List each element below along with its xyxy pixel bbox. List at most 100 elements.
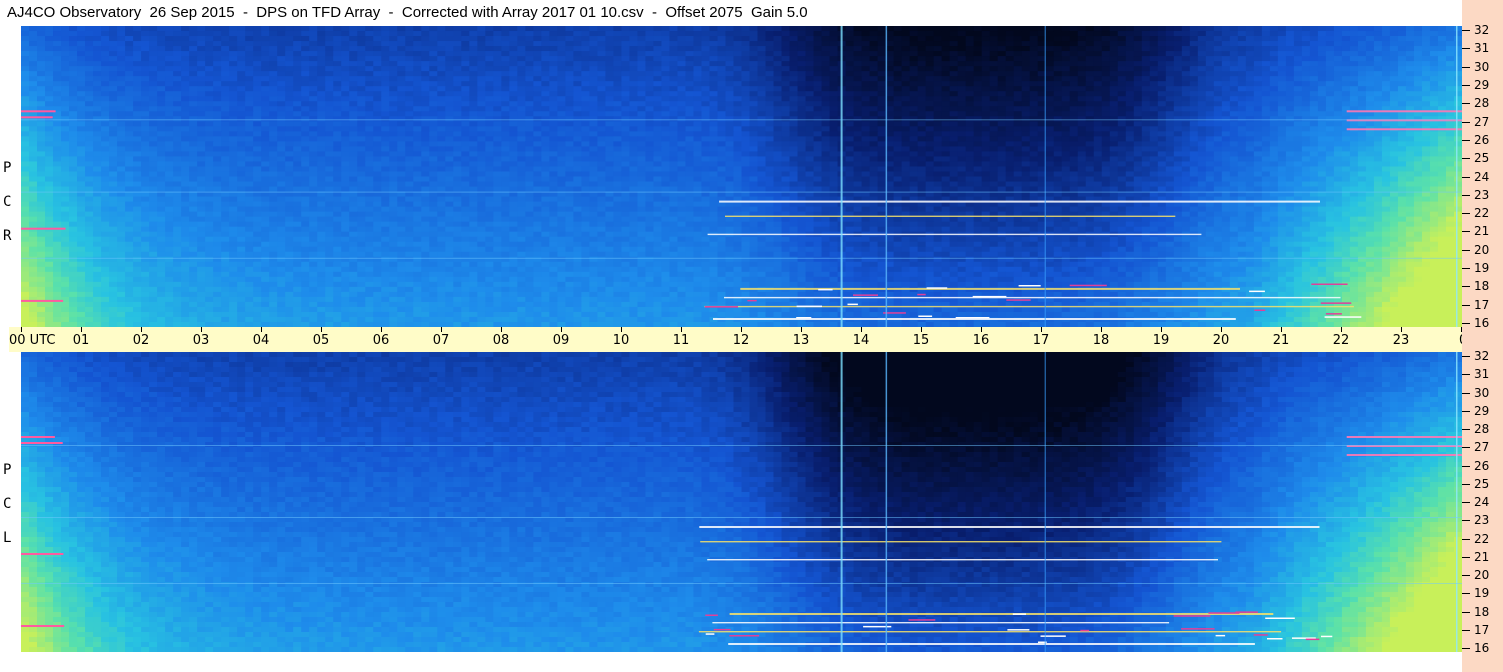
spectrogram-cell [1389,146,1399,153]
spectrogram-cell [733,41,743,47]
spectrogram-cell [781,31,791,37]
spectrogram-cell [1061,81,1071,87]
spectrogram-cell [925,26,935,32]
spectrogram-cell [1173,106,1183,112]
spectrogram-cell [1341,151,1351,158]
spectrogram-cell [1205,101,1215,107]
spectrogram-cell [645,141,655,147]
spectrogram-cell [237,111,246,117]
spectrogram-cell [1069,71,1079,77]
spectrogram-cell [605,101,615,107]
spectrogram-cell [325,61,334,67]
spectrogram-cell [517,46,526,52]
spectrogram-cell [797,51,807,57]
spectrogram-cell [629,41,639,47]
spectrogram-cell [1157,156,1167,163]
spectrogram-cell [1021,41,1031,47]
spectrogram-cell [1437,91,1447,97]
spectrogram-cell [485,121,494,127]
spectrogram-cell [685,36,695,42]
spectrogram-cell [765,31,775,37]
spectrogram-cell [1021,96,1031,102]
spectrogram-cell [253,86,262,92]
spectrogram-cell [517,81,526,87]
spectrogram-cell [965,141,975,147]
spectrogram-cell [573,91,582,97]
spectrogram-cell [1053,131,1063,137]
spectrogram-cell [997,161,1007,168]
spectrogram-cell [1045,91,1055,97]
spectrogram-cell [141,121,150,127]
spectrogram-cell [1021,146,1031,153]
spectrogram-cell [461,81,470,87]
spectrogram-cell [1405,136,1415,142]
spectrogram-cell [861,146,871,153]
spectrogram-cell [29,66,38,72]
spectrogram-cell [509,61,518,67]
spectrogram-cell [245,31,254,37]
spectrogram-cell [469,116,478,122]
spectrogram-cell [45,26,54,32]
spectrogram-cell [213,76,222,82]
spectrogram-cell [1381,146,1391,153]
spectrogram-cell [149,156,158,163]
spectrogram-cell [397,51,406,57]
spectrogram-cell [813,136,823,142]
spectrogram-cell [53,156,62,163]
spectrogram-cell [1045,81,1055,87]
spectrogram-cell [973,101,983,107]
spectrogram-cell [317,26,326,32]
spectrogram-cell [429,56,438,62]
spectrogram-cell [861,86,871,92]
spectrogram-cell [1029,86,1039,92]
spectrogram-cell [549,131,558,137]
spectrogram-cell [1109,96,1119,102]
spectrogram-cell [269,146,278,153]
spectrogram-cell [453,36,462,42]
spectrogram-cell [1005,61,1015,67]
spectrogram-cell [1053,31,1063,37]
spectrogram-cell [861,141,871,147]
spectrogram-cell [1269,26,1279,32]
spectrogram-cell [1445,41,1455,47]
spectrogram-cell [949,161,959,168]
spectrogram-cell [629,51,639,57]
spectrogram-cell [1373,41,1383,47]
spectrogram-cell [213,161,222,168]
spectrogram-cell [725,46,735,52]
spectrogram-cell [589,101,598,107]
spectrogram-cell [893,56,903,62]
spectrogram-cell [261,86,270,92]
spectrogram-cell [757,101,767,107]
spectrogram-cell [21,71,30,77]
spectrogram-cell [765,96,775,102]
spectrogram-cell [1261,66,1271,72]
spectrogram-cell [333,131,342,137]
spectrogram-cell [461,156,470,163]
spectrogram-cell [725,156,735,163]
spectrogram-cell [965,106,975,112]
spectrogram-cell [997,156,1007,163]
spectrogram-cell [341,126,350,132]
spectrogram-cell [237,161,246,168]
spectrogram-cell [1453,156,1462,163]
spectrogram-cell [533,146,542,153]
spectrogram-cell [1301,61,1311,67]
spectrogram-cell [725,51,735,57]
spectrogram-cell [445,106,454,112]
spectrogram-cell [1093,111,1103,117]
spectrogram-cell [1157,136,1167,142]
spectrogram-cell [1357,26,1367,32]
spectrogram-cell [117,106,126,112]
spectrogram-cell [1269,131,1279,137]
spectrogram-cell [45,141,54,147]
spectrogram-cell [573,106,582,112]
spectrogram-cell [53,141,62,147]
spectrogram-cell [229,76,238,82]
spectrogram-cell [445,111,454,117]
spectrogram-cell [861,76,871,82]
spectrogram-cell [181,76,190,82]
spectrogram-cell [429,36,438,42]
spectrogram-cell [1069,36,1079,42]
spectrogram-cell [93,71,102,77]
